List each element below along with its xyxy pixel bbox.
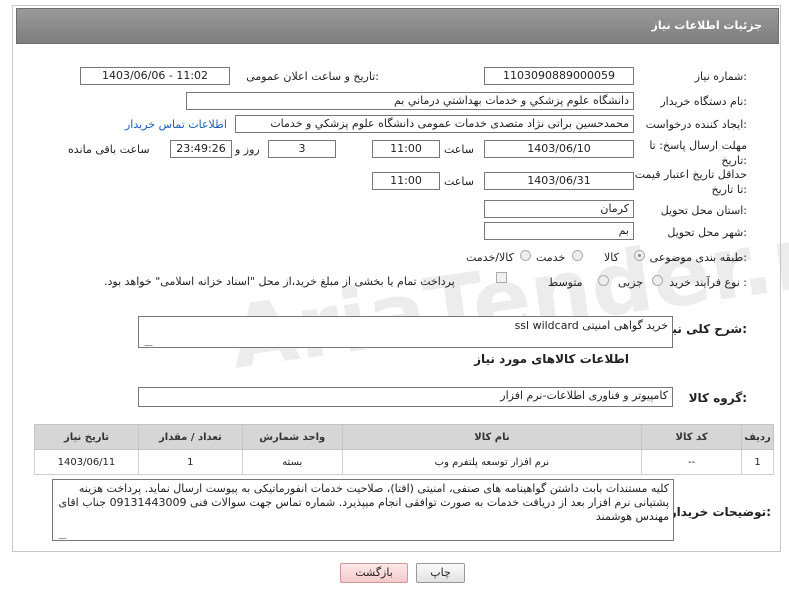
remaining-time-field: 23:49:26	[170, 140, 232, 158]
table-header-row: ردیف کد کالا نام کالا واحد شمارش تعداد /…	[34, 424, 774, 450]
buyer-notes-textarea[interactable]: کلیه مستندات بابت داشتن گواهینامه های صن…	[52, 479, 674, 541]
resize-grip-icon[interactable]	[53, 531, 67, 539]
print-button[interactable]: چاپ	[416, 563, 465, 583]
purchase-minor-radio[interactable]	[652, 275, 663, 286]
category-service-radio[interactable]	[572, 250, 583, 261]
requester-field: محمدحسین براتی نژاد متصدی خدمات عمومی دا…	[235, 115, 634, 133]
category-goods-service-radio[interactable]	[520, 250, 531, 261]
category-goods-service-label: کالا/خدمت	[466, 251, 514, 264]
price-time-label: ساعت	[444, 175, 474, 188]
price-date-field: 1403/06/31	[484, 172, 634, 190]
col-header-row-number: ردیف	[741, 424, 774, 450]
col-header-code: کد کالا	[641, 424, 743, 450]
buyer-contact-link[interactable]: اطلاعات تماس خریدار	[125, 118, 227, 131]
col-header-name: نام کالا	[341, 424, 643, 450]
category-goods-label: کالا	[604, 251, 619, 264]
need-number-field: 1103090889000059	[484, 67, 634, 85]
city-field: بم	[484, 222, 634, 240]
description-label: شرح کلی نیاز:	[661, 322, 747, 336]
resize-grip-icon[interactable]	[139, 338, 153, 346]
city-label: شهر محل تحویل:	[667, 226, 747, 239]
price-validity-label: حداقل تاریخ اعتبار قیمت: تا تاریخ:	[631, 168, 747, 196]
remaining-label: ساعت باقی مانده	[68, 143, 150, 156]
goods-group-label: گروه کالا:	[688, 391, 747, 405]
header-bar: جزئیات اطلاعات نیاز	[16, 8, 779, 44]
requester-label: ایجاد کننده درخواست:	[645, 118, 747, 131]
reply-time-field: 11:00	[372, 140, 440, 158]
purchase-medium-radio[interactable]	[598, 275, 609, 286]
purchase-medium-label: متوسط	[548, 276, 583, 289]
page-title: جزئیات اطلاعات نیاز	[651, 19, 763, 32]
goods-group-field: کامپیوتر و فناوری اطلاعات-نرم افزار	[138, 387, 673, 407]
category-label: طبقه بندی موضوعی:	[649, 251, 747, 264]
days-field: 3	[268, 140, 336, 158]
col-header-need-date: تاریخ نیاز	[34, 424, 139, 450]
goods-info-title: اطلاعات کالاهای مورد نیاز	[474, 352, 629, 366]
goods-table: ردیف کد کالا نام کالا واحد شمارش تعداد /…	[34, 424, 774, 475]
buyer-notes-label: توضیحات خریدار:	[669, 505, 771, 519]
cell-quantity: 1	[137, 449, 243, 475]
description-text: خرید گواهی امنیتی ssl wildcard	[514, 319, 668, 332]
cell-row-number: 1	[741, 449, 774, 475]
province-field: کرمان	[484, 200, 634, 218]
price-time-field: 11:00	[372, 172, 440, 190]
reply-deadline-label: مهلت ارسال پاسخ: تا تاریخ:	[649, 139, 747, 167]
category-goods-radio[interactable]	[634, 250, 645, 261]
announce-label: تاریخ و ساعت اعلان عمومی:	[246, 70, 379, 83]
cell-unit: بسته	[241, 449, 343, 475]
buyer-notes-text: کلیه مستندات بابت داشتن گواهینامه های صن…	[58, 482, 669, 523]
treasury-payment-checkbox[interactable]	[496, 272, 507, 283]
buyer-org-field: دانشگاه علوم پزشکي و خدمات بهداشتي درمان…	[186, 92, 634, 110]
reply-time-label: ساعت	[444, 143, 474, 156]
cell-name: نرم افزار توسعه پلتفرم وب	[341, 449, 643, 475]
announce-field: 1403/06/06 - 11:02	[80, 67, 230, 85]
purchase-minor-label: جزیی	[618, 276, 644, 289]
cell-need-date: 1403/06/11	[34, 449, 139, 475]
need-number-label: شماره نیاز:	[694, 70, 747, 83]
description-textarea[interactable]: خرید گواهی امنیتی ssl wildcard	[138, 316, 673, 348]
reply-date-field: 1403/06/10	[484, 140, 634, 158]
purchase-type-label: نوع فرآیند خرید :	[669, 276, 747, 289]
cell-code: --	[641, 449, 743, 475]
category-service-label: خدمت	[536, 251, 566, 264]
province-label: استان محل تحویل:	[660, 204, 747, 217]
table-row[interactable]: 1 -- نرم افزار توسعه پلتفرم وب بسته 1 14…	[34, 449, 774, 475]
col-header-quantity: تعداد / مقدار	[137, 424, 243, 450]
back-button[interactable]: بازگشت	[340, 563, 408, 583]
treasury-payment-note: پرداخت تمام یا بخشی از مبلغ خرید،از محل …	[104, 275, 455, 288]
buyer-org-label: نام دستگاه خریدار:	[660, 95, 747, 108]
days-label: روز و	[235, 143, 260, 156]
col-header-unit: واحد شمارش	[241, 424, 343, 450]
